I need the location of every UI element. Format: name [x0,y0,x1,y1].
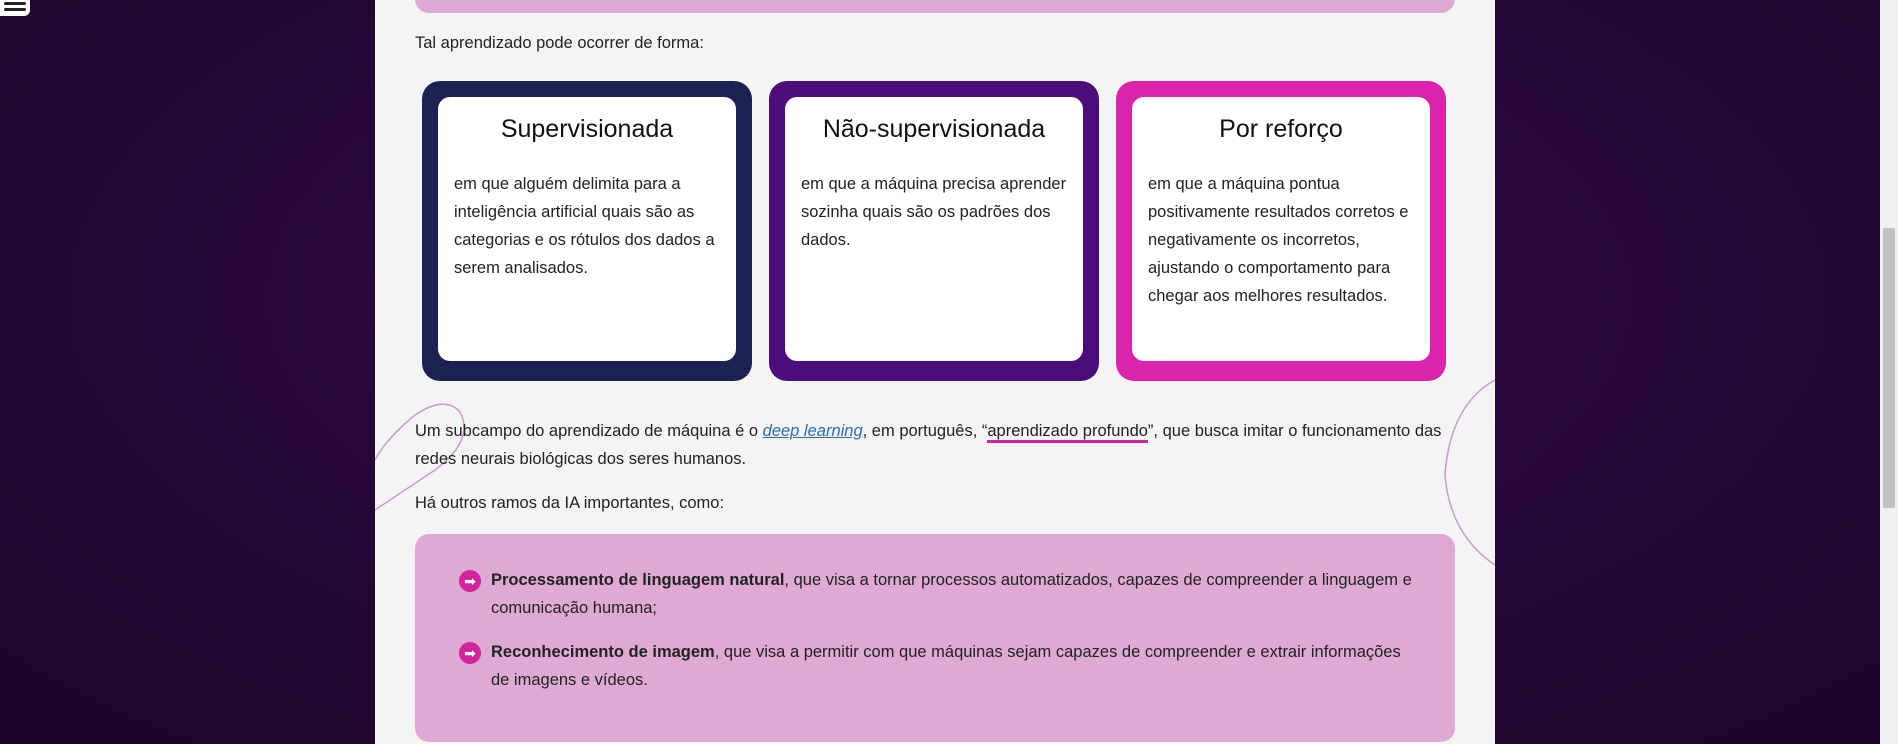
card-title: Não-supervisionada [822,115,1046,143]
scrollbar-thumb[interactable] [1883,228,1895,508]
previous-highlight-box [415,0,1455,13]
card-supervised: Supervisionada em que alguém delimita pa… [422,81,752,381]
branch-name: Processamento de linguagem natural [491,571,785,589]
card-unsupervised: Não-supervisionada em que a máquina prec… [769,81,1099,381]
deep-learning-link[interactable]: deep learning [763,422,863,440]
card-text: em que a máquina precisa aprender sozinh… [801,175,1067,249]
list-item: ➡ Reconhecimento de imagem, que visa a p… [459,638,1421,694]
card-reinforcement: Por reforço em que a máquina pontua posi… [1116,81,1446,381]
hamburger-menu-icon[interactable] [0,0,30,16]
card-text: em que a máquina pontua positivamente re… [1148,175,1409,305]
subfield-text-before: Um subcampo do aprendizado de máquina é … [415,422,763,440]
subfield-paragraph: Um subcampo do aprendizado de máquina é … [415,417,1460,473]
highlighted-term: aprendizado profundo [987,422,1148,443]
branches-box: ➡ Processamento de linguagem natural, qu… [415,534,1455,742]
list-item: ➡ Processamento de linguagem natural, qu… [459,566,1421,622]
card-supervised-body: Supervisionada em que alguém delimita pa… [438,97,736,361]
arrow-right-circle-icon: ➡ [459,570,481,592]
content-page: Tal aprendizado pode ocorrer de forma: S… [375,0,1495,744]
scrollbar[interactable] [1880,0,1898,744]
card-unsupervised-body: Não-supervisionada em que a máquina prec… [785,97,1083,361]
card-text: em que alguém delimita para a inteligênc… [454,175,715,277]
intro-text: Tal aprendizado pode ocorrer de forma: [415,34,704,52]
branches-intro: Há outros ramos da IA importantes, como: [415,494,725,512]
subfield-text-middle: , em português, “ [862,422,988,440]
card-title: Por reforço [1219,115,1343,143]
card-reinforcement-body: Por reforço em que a máquina pontua posi… [1132,97,1430,361]
branch-name: Reconhecimento de imagem [491,643,715,661]
arrow-right-circle-icon: ➡ [459,642,481,664]
card-title: Supervisionada [500,115,674,143]
